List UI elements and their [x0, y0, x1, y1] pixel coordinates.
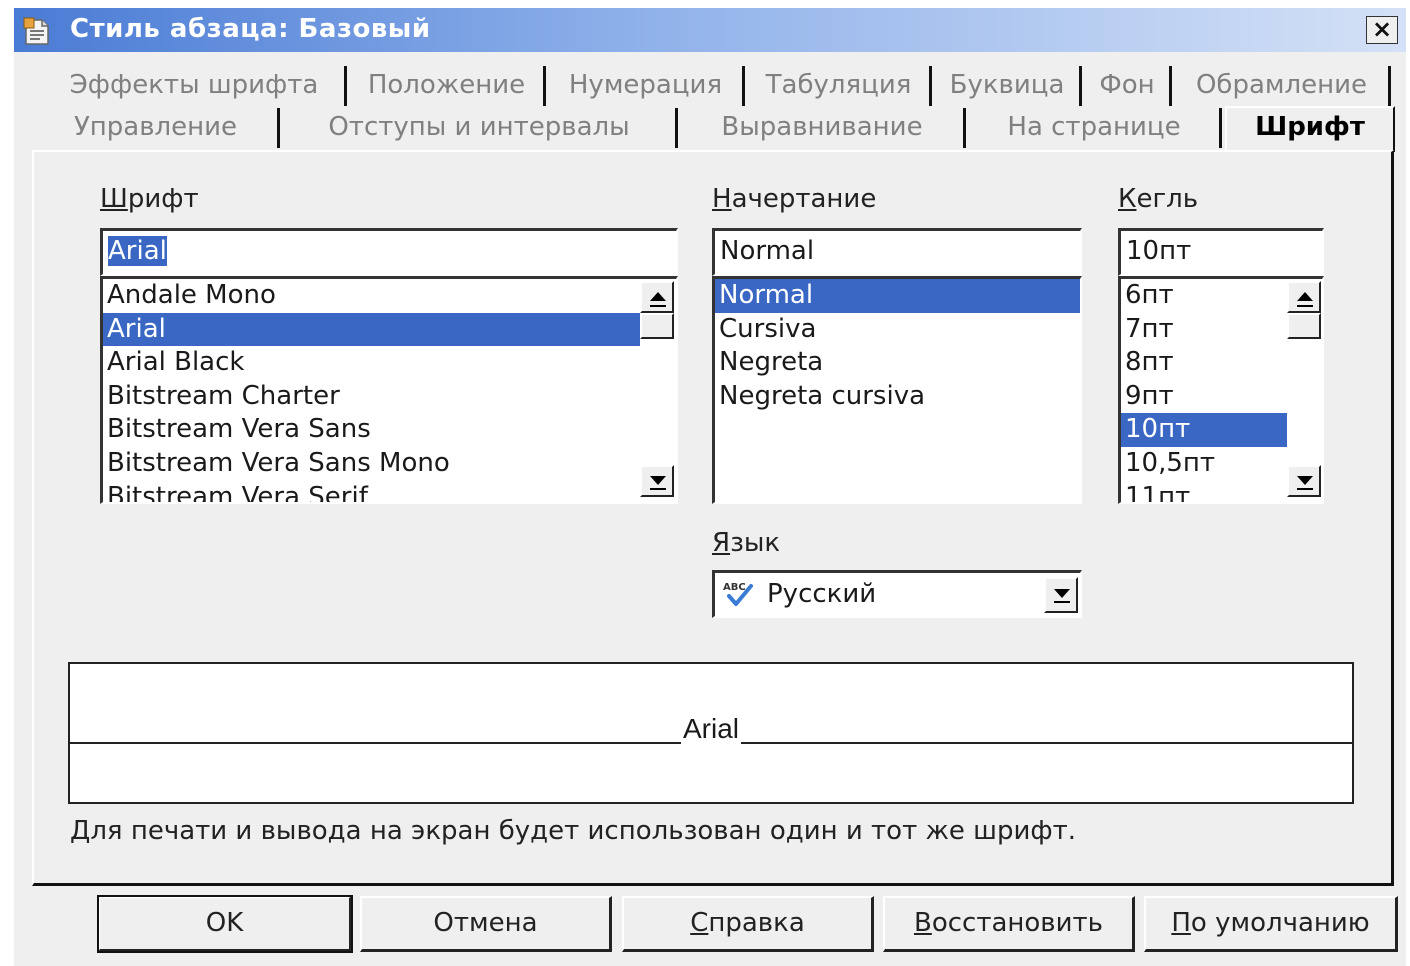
font-size-label: Кегль [1118, 184, 1199, 214]
language-select[interactable]: ABC Русский [712, 570, 1082, 618]
scroll-up-button[interactable] [640, 281, 674, 313]
arrow-down-underline [650, 488, 666, 490]
size-list-scrollbar[interactable] [1287, 279, 1322, 502]
font-style-list-item[interactable]: Normal [715, 279, 1080, 313]
font-family-list[interactable]: Andale Mono Arial Arial Black Bitstream Cha… [100, 276, 678, 504]
tab-font-effects[interactable]: Эффекты шрифта [44, 66, 347, 106]
svg-text:ABC: ABC [723, 582, 746, 593]
font-size-list-item[interactable]: 9пт [1121, 380, 1287, 414]
font-size-input[interactable]: 10пт [1118, 228, 1324, 276]
font-family-list-item[interactable]: Andale Mono [103, 279, 643, 313]
font-size-list-item[interactable]: 11пт [1121, 481, 1287, 502]
language-value: Русский [767, 579, 877, 609]
font-list-scrollbar[interactable] [640, 279, 676, 502]
font-style-input[interactable]: Normal [712, 228, 1082, 276]
chevron-down-icon [1054, 589, 1070, 598]
font-style-list[interactable]: Normal Cursiva Negreta Negreta cursiva [712, 276, 1082, 504]
font-size-list-item[interactable]: 10,5пт [1121, 447, 1287, 481]
font-family-label: Шрифт [100, 184, 199, 214]
font-tab-panel: Шрифт Arial Andale Mono Arial Arial Black B… [32, 150, 1394, 886]
arrow-down-underline [1297, 488, 1313, 490]
font-style-list-item[interactable]: Negreta [715, 346, 1080, 380]
info-message: Для печати и вывода на экран будет испол… [70, 816, 1077, 846]
font-size-rows: 6пт 7пт 8пт 9пт 10пт 10,5пт 11пт [1121, 279, 1287, 502]
font-size-list-item[interactable]: 6пт [1121, 279, 1287, 313]
language-dropdown-button[interactable] [1044, 577, 1078, 613]
scroll-down-button[interactable] [640, 465, 674, 497]
arrow-down-underline [1054, 601, 1070, 603]
arrow-down-icon [650, 476, 666, 485]
font-family-list-item[interactable]: Arial [103, 312, 643, 347]
default-button[interactable]: По умолчанию [1144, 896, 1398, 952]
font-size-list[interactable]: 6пт 7пт 8пт 9пт 10пт 10,5пт 11пт [1118, 276, 1324, 504]
font-family-list-item[interactable]: Bitstream Vera Serif [103, 481, 643, 502]
paragraph-style-icon [23, 17, 49, 45]
font-size-list-item[interactable]: 7пт [1121, 313, 1287, 347]
help-button[interactable]: Справка [622, 896, 874, 952]
language-label: Язык [712, 528, 781, 558]
reset-button[interactable]: Восстановить [883, 896, 1135, 952]
tab-tabs[interactable]: Табуляция [748, 66, 932, 106]
tab-background[interactable]: Фон [1085, 66, 1172, 106]
tab-font[interactable]: Шрифт [1225, 106, 1395, 152]
font-size-list-item[interactable]: 8пт [1121, 346, 1287, 380]
window-title: Стиль абзаца: Базовый [70, 14, 431, 44]
tab-indents-spacing[interactable]: Отступы и интервалы [283, 108, 678, 148]
font-style-label: Начертание [712, 184, 877, 214]
font-family-list-item[interactable]: Bitstream Charter [103, 380, 643, 414]
font-style-list-item[interactable]: Negreta cursiva [715, 380, 1080, 414]
tab-position[interactable]: Положение [350, 66, 546, 106]
font-style-value: Normal [720, 236, 815, 266]
paragraph-style-dialog: Стиль абзаца: Базовый × Эффекты шрифта П… [14, 8, 1406, 966]
arrow-up-icon [650, 292, 666, 301]
font-style-rows: Normal Cursiva Negreta Negreta cursiva [715, 279, 1080, 413]
size-scroll-thumb[interactable] [1287, 313, 1321, 339]
font-family-list-item[interactable]: Arial Black [103, 346, 643, 380]
tab-alignment[interactable]: Выравнивание [681, 108, 966, 148]
font-family-input[interactable]: Arial [100, 228, 678, 276]
size-scroll-up-button[interactable] [1287, 281, 1321, 313]
font-family-list-item[interactable]: Bitstream Vera Sans [103, 413, 643, 447]
font-family-rows: Andale Mono Arial Arial Black Bitstream Cha… [103, 279, 643, 502]
scroll-thumb[interactable] [640, 313, 674, 339]
cancel-button[interactable]: Отмена [360, 896, 612, 952]
font-style-list-item[interactable]: Cursiva [715, 313, 1080, 347]
font-size-list-item[interactable]: 10пт [1121, 413, 1287, 447]
tab-text-flow[interactable]: Управление [34, 108, 280, 148]
arrow-up-icon [1297, 292, 1313, 301]
font-size-value: 10пт [1126, 236, 1192, 266]
title-bar[interactable]: Стиль абзаца: Базовый × [14, 8, 1406, 52]
close-button[interactable]: × [1366, 16, 1398, 44]
font-family-list-item[interactable]: Bitstream Vera Sans Mono [103, 447, 643, 481]
close-icon: × [1371, 15, 1393, 43]
preview-text: Arial [680, 713, 741, 744]
spellcheck-icon: ABC [723, 582, 753, 606]
arrow-up-underline [1297, 305, 1313, 307]
ok-button[interactable]: OK [97, 895, 353, 953]
size-scroll-down-button[interactable] [1287, 465, 1321, 497]
tab-drop-caps[interactable]: Буквица [935, 66, 1082, 106]
arrow-down-icon [1297, 476, 1313, 485]
font-family-value: Arial [108, 236, 167, 266]
font-preview: Arial [68, 662, 1354, 804]
tab-on-page[interactable]: На странице [969, 108, 1222, 148]
arrow-up-underline [650, 305, 666, 307]
tab-numbering[interactable]: Нумерация [549, 66, 745, 106]
tab-borders[interactable]: Обрамление [1175, 66, 1391, 106]
